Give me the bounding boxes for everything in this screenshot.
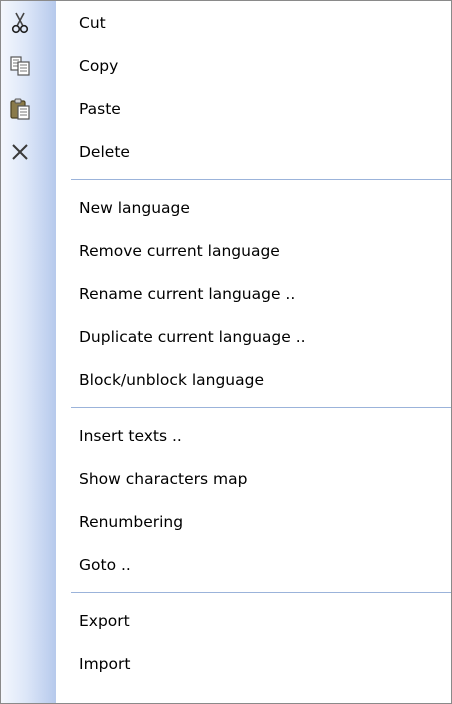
menu-item-label: Rename current language ..	[79, 284, 296, 303]
menu-item-insert-texts[interactable]: Insert texts ..	[1, 414, 451, 457]
menu-item-label: Renumbering	[79, 512, 184, 531]
menu-item-label: Goto ..	[79, 555, 131, 574]
menu-item-block-unblock-language[interactable]: Block/unblock language	[1, 358, 451, 401]
menu-item-label: Import	[79, 654, 131, 673]
delete-x-icon	[9, 141, 31, 163]
menu-item-delete[interactable]: Delete	[1, 130, 451, 173]
scissors-icon	[9, 12, 31, 34]
menu-items: Cut Copy Paste Delete New language Remov…	[1, 1, 451, 685]
menu-item-label: Insert texts ..	[79, 426, 182, 445]
menu-separator	[1, 401, 451, 414]
menu-item-copy[interactable]: Copy	[1, 44, 451, 87]
copy-icon	[9, 55, 31, 77]
menu-item-cut[interactable]: Cut	[1, 1, 451, 44]
menu-item-label: Delete	[79, 142, 130, 161]
menu-item-rename-current-language[interactable]: Rename current language ..	[1, 272, 451, 315]
menu-separator	[1, 586, 451, 599]
menu-item-label: Duplicate current language ..	[79, 327, 306, 346]
menu-item-label: Paste	[79, 99, 121, 118]
menu-item-label: Export	[79, 611, 130, 630]
menu-item-renumbering[interactable]: Renumbering	[1, 500, 451, 543]
menu-item-paste[interactable]: Paste	[1, 87, 451, 130]
menu-item-export[interactable]: Export	[1, 599, 451, 642]
menu-item-label: New language	[79, 198, 190, 217]
menu-item-label: Remove current language	[79, 241, 280, 260]
menu-item-new-language[interactable]: New language	[1, 186, 451, 229]
context-menu: Cut Copy Paste Delete New language Remov…	[0, 0, 452, 704]
menu-item-label: Show characters map	[79, 469, 248, 488]
menu-item-show-characters-map[interactable]: Show characters map	[1, 457, 451, 500]
menu-item-import[interactable]: Import	[1, 642, 451, 685]
paste-icon	[9, 98, 31, 120]
menu-item-label: Block/unblock language	[79, 370, 265, 389]
menu-item-label: Cut	[79, 13, 106, 32]
menu-item-duplicate-current-language[interactable]: Duplicate current language ..	[1, 315, 451, 358]
menu-item-remove-current-language[interactable]: Remove current language	[1, 229, 451, 272]
menu-item-label: Copy	[79, 56, 119, 75]
menu-item-goto[interactable]: Goto ..	[1, 543, 451, 586]
menu-separator	[1, 173, 451, 186]
